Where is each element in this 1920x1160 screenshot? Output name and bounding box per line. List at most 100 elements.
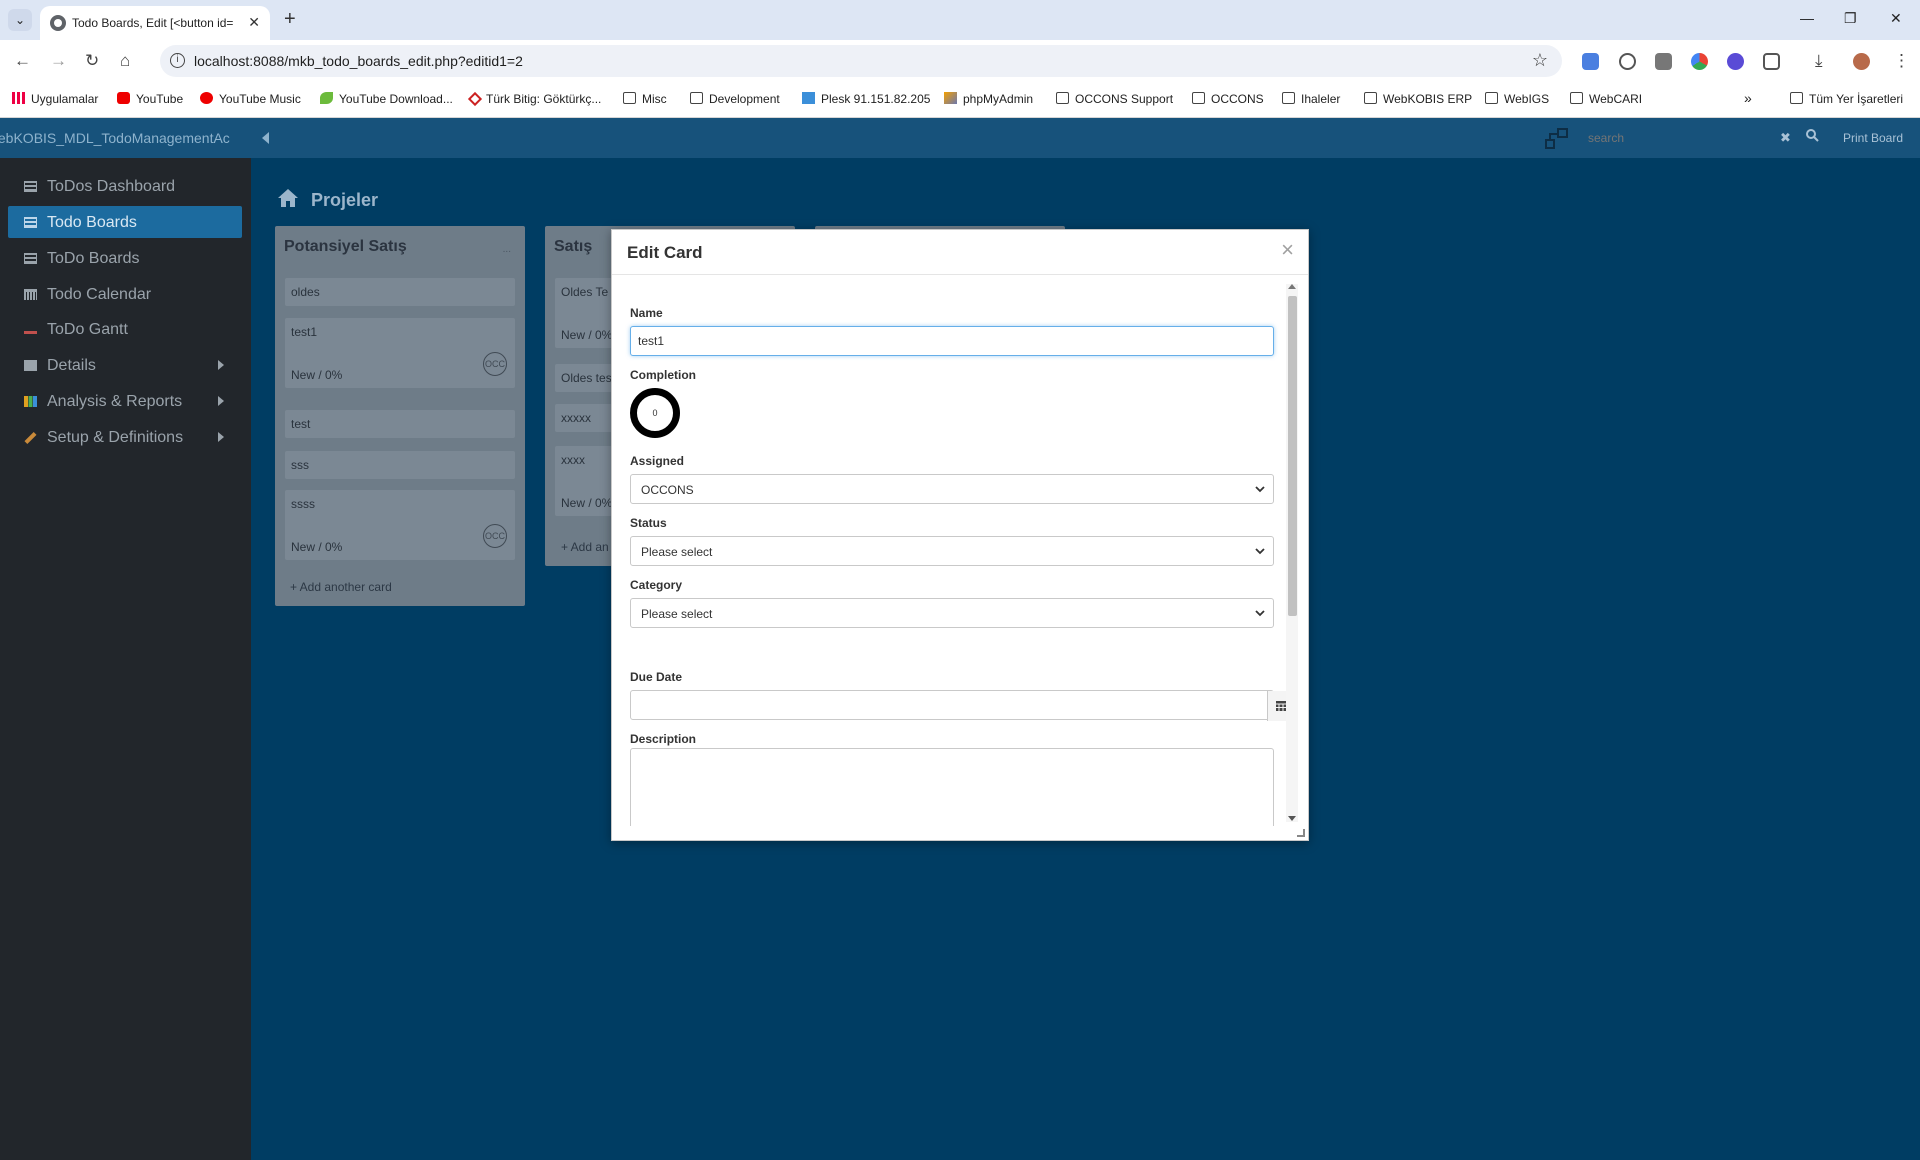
sidebar-item-todos-dashboard[interactable]: ToDos Dashboard (8, 170, 242, 202)
browser-tab-bar: ⌄ Todo Boards, Edit [<button id= ✕ + — ❐… (0, 0, 1920, 40)
assigned-select[interactable]: OCCONS (630, 474, 1274, 504)
bookmark-star-icon[interactable]: ☆ (1532, 50, 1548, 71)
board-card[interactable]: ssss OCC New / 0% (285, 490, 515, 560)
board-card[interactable]: sss (285, 451, 515, 479)
bookmarks-overflow-icon[interactable]: » (1744, 90, 1752, 106)
sidebar-item-todo-boards-2[interactable]: ToDo Boards (8, 242, 242, 274)
qr-extension-icon[interactable] (1655, 53, 1672, 70)
apps-grid-icon (12, 92, 25, 104)
completion-knob[interactable]: 0 (630, 388, 680, 438)
sidebar-item-setup-definitions[interactable]: Setup & Definitions (8, 421, 242, 453)
board-card[interactable]: oldes (285, 278, 515, 306)
scroll-down-icon[interactable] (1288, 816, 1296, 821)
print-board-link[interactable]: Print Board (1843, 131, 1903, 145)
sidebar-item-todo-boards[interactable]: Todo Boards (8, 206, 242, 238)
column-title: Potansiyel Satış (284, 238, 407, 255)
sidebar-item-details[interactable]: Details (8, 349, 242, 381)
plesk-icon (802, 92, 815, 104)
board-card[interactable]: test (285, 410, 515, 438)
back-icon[interactable]: ← (14, 51, 31, 71)
color-extension-icon[interactable] (1691, 53, 1708, 70)
scroll-up-icon[interactable] (1288, 284, 1296, 289)
restore-icon[interactable]: ❐ (1844, 10, 1857, 27)
youtube-icon (117, 92, 130, 104)
search-box (1578, 125, 1788, 151)
close-icon[interactable]: × (1281, 237, 1294, 263)
bookmark-turk-bitig[interactable]: Türk Bitig: Göktürkç... (467, 91, 601, 107)
board-card[interactable]: test1 OCC New / 0% (285, 318, 515, 388)
bookmark-youtube-music[interactable]: YouTube Music (200, 92, 301, 106)
dialog-scrollbar-thumb[interactable] (1288, 296, 1297, 616)
folder-icon (1570, 92, 1583, 104)
search-input[interactable] (1578, 125, 1768, 151)
bookmark-webkobis-erp[interactable]: WebKOBIS ERP (1364, 92, 1472, 106)
chevron-down-icon (1255, 481, 1265, 493)
submenu-arrow-icon (218, 432, 224, 442)
puzzle-extension-icon[interactable] (1763, 53, 1780, 70)
sidebar-item-label: ToDo Gantt (47, 321, 128, 338)
download-icon[interactable]: ⤓ (1815, 51, 1823, 71)
add-card-link[interactable]: + Add an (561, 540, 609, 554)
translate-extension-icon[interactable] (1582, 53, 1599, 70)
column-title: Satış (554, 238, 593, 255)
bookmark-webcari[interactable]: WebCARI (1570, 92, 1642, 106)
card-status: New / 0% (291, 540, 343, 554)
sidebar-item-todo-gantt[interactable]: ToDo Gantt (8, 313, 242, 345)
card-status: New / 0% (561, 496, 613, 510)
search-clear-icon[interactable]: ✖ (1780, 130, 1791, 146)
home-icon[interactable]: ⌂ (120, 51, 130, 71)
tab-search-chevron-icon[interactable]: ⌄ (8, 9, 32, 31)
chevron-down-icon (1255, 543, 1265, 555)
category-select[interactable]: Please select (630, 598, 1274, 628)
bookmark-misc[interactable]: Misc (623, 92, 667, 106)
sidebar-item-analysis-reports[interactable]: Analysis & Reports (8, 385, 242, 417)
sidebar-collapse-icon[interactable] (262, 132, 269, 144)
globe-icon (50, 15, 66, 31)
bookmark-all-bookmarks[interactable]: Tüm Yer İşaretleri (1790, 92, 1903, 106)
recycle-extension-icon[interactable] (1619, 53, 1636, 70)
browser-tab[interactable]: Todo Boards, Edit [<button id= ✕ (40, 6, 270, 40)
dialog-title: Edit Card (627, 243, 703, 262)
bookmark-webigs[interactable]: WebIGS (1485, 92, 1549, 106)
resize-grip-icon[interactable] (1297, 829, 1305, 837)
search-icon[interactable] (1806, 129, 1819, 145)
description-textarea[interactable] (630, 748, 1274, 826)
phpmyadmin-icon (944, 92, 957, 104)
sidebar-item-label: Setup & Definitions (47, 429, 184, 446)
tab-close-icon[interactable]: ✕ (248, 14, 260, 31)
sidebar-item-label: Details (47, 357, 96, 374)
name-label: Name (630, 306, 663, 320)
bookmark-phpmyadmin[interactable]: phpMyAdmin (944, 92, 1033, 106)
site-info-icon[interactable]: i (170, 53, 185, 68)
bookmark-plesk[interactable]: Plesk 91.151.82.205 (802, 92, 930, 106)
window-close-icon[interactable]: ✕ (1890, 10, 1902, 27)
bookmark-ihaleler[interactable]: Ihaleler (1282, 92, 1340, 106)
name-input[interactable] (630, 326, 1274, 356)
bookmark-youtube-download[interactable]: YouTube Download... (320, 92, 453, 106)
due-date-field[interactable] (630, 690, 1293, 721)
bookmark-occons[interactable]: OCCONS (1192, 92, 1264, 106)
bookmark-occons-support[interactable]: OCCONS Support (1056, 92, 1173, 106)
home-icon[interactable] (277, 188, 299, 208)
add-card-link[interactable]: + Add another card (290, 580, 392, 594)
reload-icon[interactable]: ↻ (85, 51, 99, 71)
sidebar-item-todo-calendar[interactable]: Todo Calendar (8, 278, 242, 310)
status-select[interactable]: Please select (630, 536, 1274, 566)
sitemap-icon[interactable] (1544, 126, 1570, 152)
bookmark-development[interactable]: Development (690, 92, 780, 106)
infinity-extension-icon[interactable] (1727, 53, 1744, 70)
new-tab-icon[interactable]: + (284, 8, 296, 31)
card-title: oldes (291, 285, 320, 299)
card-title: test (291, 417, 311, 431)
card-title: sss (291, 458, 309, 472)
column-menu-icon[interactable]: ... (503, 244, 511, 255)
address-bar[interactable]: i localhost:8088/mkb_todo_boards_edit.ph… (160, 45, 1562, 77)
browser-menu-icon[interactable]: ⋮ (1893, 51, 1910, 71)
status-label: Status (630, 516, 667, 530)
profile-avatar[interactable] (1853, 53, 1870, 70)
minimize-icon[interactable]: — (1800, 10, 1814, 26)
forward-icon[interactable]: → (50, 51, 67, 71)
bookmark-youtube[interactable]: YouTube (117, 92, 183, 106)
app-name[interactable]: /ebKOBIS_MDL_TodoManagementAc (0, 130, 252, 146)
bookmark-apps[interactable]: Uygulamalar (12, 92, 98, 106)
